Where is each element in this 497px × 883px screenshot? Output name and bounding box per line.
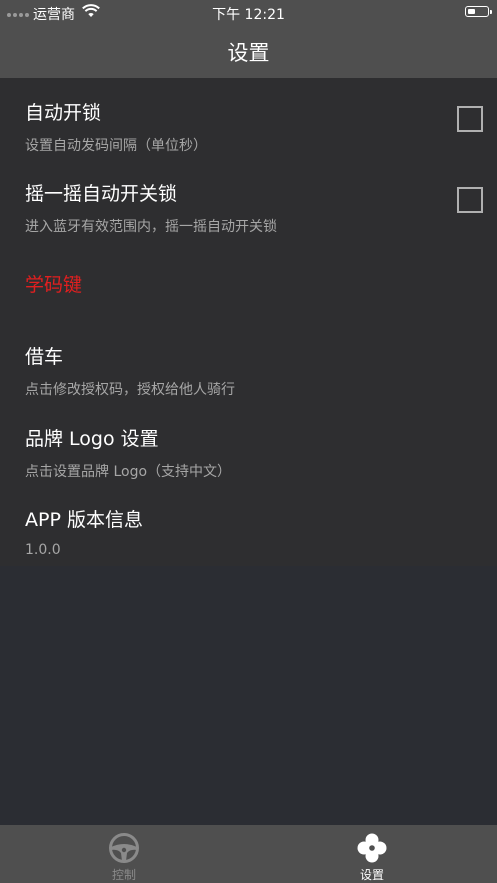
learn-key-button[interactable]: 学码键	[25, 270, 82, 297]
shake-unlock-title: 摇一摇自动开关锁	[25, 183, 178, 205]
tab-settings[interactable]: 设置	[248, 825, 496, 883]
battery-icon	[465, 6, 492, 17]
settings-list: 自动开锁 设置自动发码间隔（单位秒） 摇一摇自动开关锁 进入蓝牙有效范围内，摇一…	[0, 78, 497, 566]
auto-unlock-title: 自动开锁	[25, 102, 102, 124]
auto-unlock-subtitle: 设置自动发码间隔（单位秒）	[25, 138, 207, 154]
settings-clover-icon	[356, 832, 388, 868]
brand-logo-title: 品牌 Logo 设置	[25, 428, 159, 450]
status-bar: 运营商 下午 12:21	[0, 0, 497, 24]
auto-unlock-row[interactable]: 自动开锁 设置自动发码间隔（单位秒）	[25, 98, 207, 155]
page-title: 设置	[227, 41, 270, 65]
brand-logo-row[interactable]: 品牌 Logo 设置 点击设置品牌 Logo（支持中文）	[25, 424, 231, 481]
tab-control[interactable]: 控制	[0, 825, 248, 883]
navigation-header: 运营商 下午 12:21 设置	[0, 0, 497, 78]
lend-car-subtitle: 点击修改授权码，授权给他人骑行	[25, 382, 235, 398]
shake-unlock-row[interactable]: 摇一摇自动开关锁 进入蓝牙有效范围内，摇一摇自动开关锁	[25, 179, 277, 236]
shake-unlock-subtitle: 进入蓝牙有效范围内，摇一摇自动开关锁	[25, 219, 277, 235]
app-version-title: APP 版本信息	[25, 509, 143, 531]
app-version-row[interactable]: APP 版本信息 1.0.0	[25, 505, 143, 558]
learn-key-row[interactable]: 学码键	[25, 270, 82, 297]
tab-bar: 控制 设置	[0, 825, 497, 883]
tab-control-label: 控制	[111, 868, 136, 882]
app-version-value: 1.0.0	[25, 542, 61, 558]
steering-wheel-icon	[108, 832, 140, 868]
shake-unlock-checkbox[interactable]	[457, 187, 483, 213]
lend-car-title: 借车	[25, 346, 64, 368]
tab-settings-label: 设置	[359, 868, 384, 882]
auto-unlock-checkbox[interactable]	[457, 106, 483, 132]
lend-car-row[interactable]: 借车 点击修改授权码，授权给他人骑行	[25, 342, 235, 399]
clock-time: 下午 12:21	[212, 7, 285, 23]
brand-logo-subtitle: 点击设置品牌 Logo（支持中文）	[25, 464, 232, 480]
